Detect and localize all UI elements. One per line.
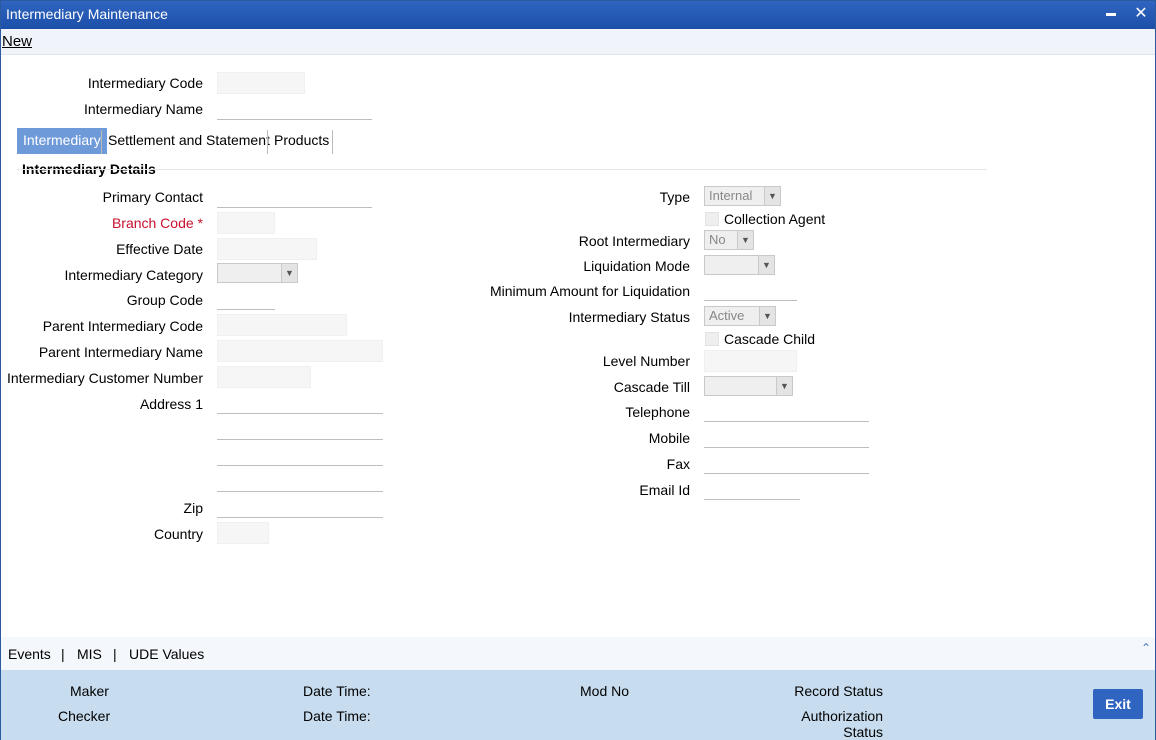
address-1-label: Address 1: [139, 396, 203, 412]
intermediary-code-label: Intermediary Code: [87, 75, 203, 91]
tab-separator: [332, 130, 333, 154]
country-label: Country: [153, 526, 203, 542]
mis-link[interactable]: MIS: [77, 646, 102, 662]
section-divider: [17, 169, 987, 170]
address-line-2-input[interactable]: [217, 418, 383, 440]
cascade-till-label: Cascade Till: [613, 379, 690, 395]
fax-input[interactable]: [704, 452, 869, 474]
cascade-till-select[interactable]: ▼: [704, 376, 793, 396]
collection-agent-checkbox[interactable]: [705, 212, 719, 226]
branch-code-input[interactable]: [217, 212, 275, 234]
authorization-status-label-line1: Authorization: [801, 708, 883, 724]
link-separator: |: [61, 646, 65, 662]
parent-intermediary-code-label: Parent Intermediary Code: [42, 318, 203, 334]
checker-date-time-label: Date Time:: [303, 708, 371, 724]
intermediary-status-label: Intermediary Status: [568, 309, 690, 325]
chevron-down-icon: ▼: [764, 187, 780, 205]
intermediary-category-label: Intermediary Category: [64, 267, 203, 283]
maker-label: Maker: [70, 683, 109, 699]
exit-button[interactable]: Exit: [1093, 689, 1143, 719]
telephone-input[interactable]: [704, 400, 869, 422]
type-value: Internal: [709, 188, 753, 203]
collapse-icon[interactable]: ⌃: [1141, 641, 1151, 655]
chevron-down-icon: ▼: [776, 377, 792, 395]
required-asterisk: *: [197, 215, 203, 231]
intermediary-status-select[interactable]: Active ▼: [704, 306, 776, 326]
branch-code-label: Branch Code *: [111, 215, 203, 231]
tab-settlement-and-statement[interactable]: Settlement and Statement: [102, 128, 276, 154]
mod-no-label: Mod No: [580, 683, 630, 699]
close-icon[interactable]: ✕: [1131, 4, 1151, 24]
cascade-child-checkbox[interactable]: [705, 332, 719, 346]
authorization-status-label-line2: Status: [843, 724, 883, 740]
maker-date-time-label: Date Time:: [303, 683, 371, 699]
root-intermediary-label: Root Intermediary: [578, 233, 690, 249]
collection-agent-label: Collection Agent: [724, 211, 826, 227]
parent-intermediary-name-input[interactable]: [217, 340, 383, 362]
effective-date-label: Effective Date: [116, 241, 203, 257]
mobile-label: Mobile: [648, 430, 690, 446]
chevron-down-icon: ▼: [759, 307, 775, 325]
address-line-3-input[interactable]: [217, 444, 383, 466]
group-code-label: Group Code: [126, 292, 203, 308]
root-intermediary-select[interactable]: No ▼: [704, 230, 754, 250]
checker-label: Checker: [58, 708, 111, 724]
bottom-links-bar: Events | MIS | UDE Values ⌃: [1, 637, 1155, 670]
minimum-amount-input[interactable]: [704, 279, 797, 301]
tab-intermediary[interactable]: Intermediary: [17, 128, 107, 154]
intermediary-code-input[interactable]: [217, 72, 305, 94]
liquidation-mode-select[interactable]: ▼: [704, 255, 775, 275]
menu-bar: New: [1, 29, 1155, 55]
link-separator: |: [113, 646, 117, 662]
intermediary-customer-number-label: Intermediary Customer Number: [6, 370, 203, 386]
chevron-down-icon: ▼: [281, 264, 297, 282]
telephone-label: Telephone: [625, 404, 690, 420]
zip-label: Zip: [183, 500, 203, 516]
intermediary-customer-number-input[interactable]: [217, 366, 311, 388]
email-id-input[interactable]: [704, 478, 800, 500]
record-status-label: Record Status: [794, 683, 883, 699]
events-link[interactable]: Events: [8, 646, 51, 662]
fax-label: Fax: [666, 456, 690, 472]
level-number-input[interactable]: [704, 350, 797, 372]
tab-products[interactable]: Products: [268, 128, 335, 154]
intermediary-name-label: Intermediary Name: [83, 101, 203, 117]
chevron-down-icon: ▼: [758, 256, 774, 274]
intermediary-maintenance-window: Intermediary Maintenance ▬ ✕ New Interme…: [0, 0, 1156, 740]
intermediary-category-select[interactable]: ▼: [217, 263, 298, 283]
parent-intermediary-name-label: Parent Intermediary Name: [38, 344, 203, 360]
email-id-label: Email Id: [639, 482, 690, 498]
chevron-down-icon: ▼: [737, 231, 753, 249]
primary-contact-label: Primary Contact: [102, 189, 203, 205]
minimum-amount-label: Minimum Amount for Liquidation: [490, 283, 690, 299]
address-line-4-input[interactable]: [217, 470, 383, 492]
country-input[interactable]: [217, 522, 269, 544]
intermediary-status-value: Active: [709, 308, 745, 323]
mobile-input[interactable]: [704, 426, 869, 448]
type-label: Type: [659, 189, 690, 205]
address-line-1-input[interactable]: [217, 392, 383, 414]
new-link[interactable]: New: [2, 33, 32, 50]
title-bar: Intermediary Maintenance ▬ ✕: [1, 1, 1155, 29]
root-intermediary-value: No: [709, 232, 726, 247]
effective-date-input[interactable]: [217, 238, 317, 260]
parent-intermediary-code-input[interactable]: [217, 314, 347, 336]
audit-footer: Maker Checker Date Time: Date Time: Mod …: [1, 670, 1155, 740]
liquidation-mode-label: Liquidation Mode: [583, 258, 690, 274]
type-select[interactable]: Internal ▼: [704, 186, 781, 206]
ude-values-link[interactable]: UDE Values: [129, 646, 204, 662]
intermediary-name-input[interactable]: [217, 98, 372, 120]
window-title: Intermediary Maintenance: [6, 6, 168, 22]
cascade-child-label: Cascade Child: [724, 331, 816, 347]
zip-input[interactable]: [217, 496, 383, 518]
group-code-input[interactable]: [217, 288, 275, 310]
primary-contact-input[interactable]: [217, 186, 372, 208]
level-number-label: Level Number: [602, 353, 690, 369]
minimize-icon[interactable]: ▬: [1101, 4, 1121, 24]
